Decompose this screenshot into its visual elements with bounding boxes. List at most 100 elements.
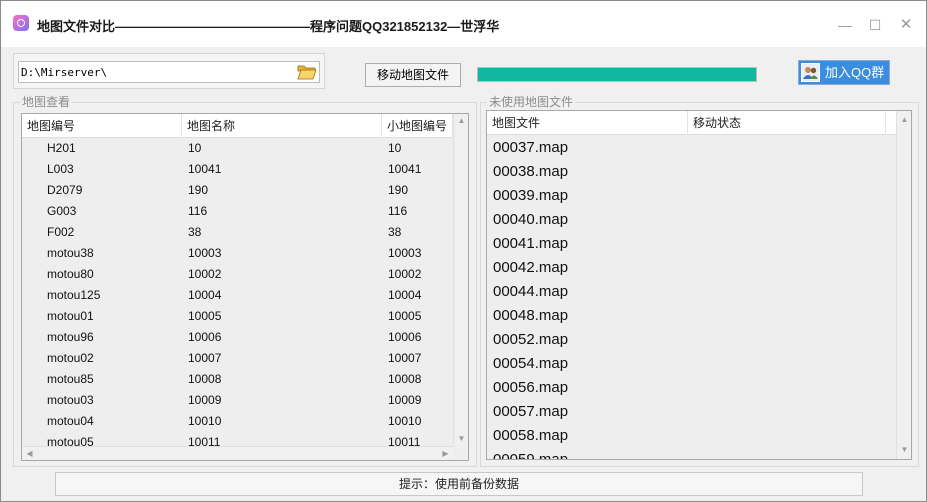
list-item[interactable]: 00044.map [493, 280, 568, 304]
map-name-cell: 116 [188, 204, 208, 218]
table-row[interactable]: motou125 10004 10004 [22, 285, 453, 306]
map-name-cell: 10006 [188, 330, 222, 344]
map-id-cell: motou80 [47, 267, 94, 281]
progress-bar [477, 67, 757, 82]
list-item[interactable]: 00041.map [493, 232, 568, 256]
minimap-id-cell: 10 [388, 141, 402, 155]
map-id-cell: motou01 [47, 309, 94, 323]
map-id-cell: motou125 [47, 288, 101, 302]
map-view-table[interactable]: 地图编号 地图名称 小地图编号 H201 10 10 L003 10041 10041 D2… [21, 113, 469, 461]
list-item[interactable]: 00042.map [493, 256, 568, 280]
map-id-cell: motou04 [47, 414, 94, 428]
table-row[interactable]: motou38 10003 10003 [22, 243, 453, 264]
minimap-id-cell: 38 [388, 225, 402, 239]
minimap-id-cell: 190 [388, 183, 409, 197]
map-name-cell: 10007 [188, 351, 222, 365]
map-view-horizontal-scrollbar[interactable]: ◀ ▶ [22, 446, 453, 460]
map-name-cell: 10008 [188, 372, 222, 386]
minimap-id-cell: 10010 [388, 414, 422, 428]
table-row[interactable]: L003 10041 10041 [22, 159, 453, 180]
map-id-cell: H201 [47, 141, 76, 155]
table-row[interactable]: motou96 10006 10006 [22, 327, 453, 348]
browse-folder-button[interactable] [297, 63, 317, 81]
table-row[interactable]: H201 10 10 [22, 138, 453, 159]
map-name-cell: 10010 [188, 414, 222, 428]
join-qq-group-button[interactable]: 加入QQ群 [798, 60, 890, 85]
unused-files-list[interactable]: 地图文件 移动状态 00037.map 00038.map 00039.map 000… [486, 110, 912, 460]
table-row[interactable]: motou03 10009 10009 [22, 390, 453, 411]
progress-fill [478, 68, 756, 81]
minimize-button[interactable]: — [833, 13, 857, 37]
list-item[interactable]: 00037.map [493, 136, 568, 160]
list-item[interactable]: 00057.map [493, 400, 568, 424]
map-view-group-label: 地图查看 [20, 95, 73, 109]
map-name-cell: 190 [188, 183, 209, 197]
column-header-move-status[interactable]: 移动状态 [688, 111, 886, 135]
scroll-left-arrow-icon[interactable]: ◀ [22, 447, 37, 460]
map-name-cell: 10003 [188, 246, 222, 260]
list-item[interactable]: 00039.map [493, 184, 568, 208]
map-name-cell: 10004 [188, 288, 222, 302]
list-item[interactable]: 00048.map [493, 304, 568, 328]
path-panel [13, 53, 325, 89]
table-row[interactable]: D2079 190 190 [22, 180, 453, 201]
map-view-header: 地图编号 地图名称 小地图编号 [22, 114, 453, 138]
table-row[interactable]: motou04 10010 10010 [22, 411, 453, 432]
maximize-button[interactable]: ☐ [863, 13, 887, 37]
table-row[interactable]: motou80 10002 10002 [22, 264, 453, 285]
minimap-id-cell: 10005 [388, 309, 422, 323]
table-row[interactable]: motou85 10008 10008 [22, 369, 453, 390]
scroll-up-arrow-icon[interactable]: ▲ [454, 114, 468, 128]
list-item[interactable]: 00058.map [493, 424, 568, 448]
map-id-cell: G003 [47, 204, 77, 218]
list-item[interactable]: 00040.map [493, 208, 568, 232]
list-item[interactable]: 00059.map [493, 448, 568, 459]
minimap-id-cell: 10007 [388, 351, 422, 365]
minimap-id-cell: 10008 [388, 372, 422, 386]
minimap-id-cell: 10004 [388, 288, 422, 302]
qq-group-icon [801, 63, 820, 82]
map-view-vertical-scrollbar[interactable]: ▲ ▼ [453, 114, 468, 446]
title-bar[interactable]: 地图文件对比———————————————程序问题QQ321852132—世浮华… [1, 1, 926, 47]
minimap-id-cell: 10006 [388, 330, 422, 344]
table-row[interactable]: motou02 10007 10007 [22, 348, 453, 369]
server-path-input[interactable] [18, 61, 320, 83]
map-name-cell: 10002 [188, 267, 222, 281]
column-header-minimap-id[interactable]: 小地图编号 [382, 114, 453, 138]
map-id-cell: motou02 [47, 351, 94, 365]
column-header-map-id[interactable]: 地图编号 [22, 114, 182, 138]
map-id-cell: motou38 [47, 246, 94, 260]
minimap-id-cell: 10003 [388, 246, 422, 260]
main-window: 地图文件对比———————————————程序问题QQ321852132—世浮华… [0, 0, 927, 502]
scroll-up-arrow-icon[interactable]: ▲ [897, 113, 911, 127]
map-name-cell: 10 [188, 141, 202, 155]
folder-open-icon [297, 65, 317, 80]
map-id-cell: motou03 [47, 393, 94, 407]
map-id-cell: motou96 [47, 330, 94, 344]
list-item[interactable]: 00054.map [493, 352, 568, 376]
map-name-cell: 38 [188, 225, 202, 239]
scroll-down-arrow-icon[interactable]: ▼ [454, 432, 468, 446]
window-title: 地图文件对比———————————————程序问题QQ321852132—世浮华 [37, 19, 500, 34]
unused-files-vertical-scrollbar[interactable]: ▲ ▼ [896, 111, 911, 459]
status-hint: 提示：使用前备份数据 [55, 472, 863, 496]
table-row[interactable]: F002 38 38 [22, 222, 453, 243]
close-button[interactable]: ✕ [894, 13, 918, 37]
qq-button-label: 加入QQ群 [825, 65, 885, 80]
scroll-down-arrow-icon[interactable]: ▼ [897, 443, 911, 457]
table-row[interactable]: motou01 10005 10005 [22, 306, 453, 327]
map-name-cell: 10041 [188, 162, 222, 176]
scroll-right-arrow-icon[interactable]: ▶ [438, 447, 453, 460]
list-item[interactable]: 00038.map [493, 160, 568, 184]
move-map-files-button[interactable]: 移动地图文件 [365, 63, 461, 87]
map-id-cell: D2079 [47, 183, 83, 197]
list-item[interactable]: 00052.map [493, 328, 568, 352]
minimap-id-cell: 10002 [388, 267, 422, 281]
map-id-cell: motou85 [47, 372, 94, 386]
column-header-map-file[interactable]: 地图文件 [487, 111, 688, 135]
column-header-map-name[interactable]: 地图名称 [182, 114, 382, 138]
list-item[interactable]: 00056.map [493, 376, 568, 400]
app-icon [13, 15, 29, 31]
table-row[interactable]: G003 116 116 [22, 201, 453, 222]
map-id-cell: L003 [47, 162, 74, 176]
